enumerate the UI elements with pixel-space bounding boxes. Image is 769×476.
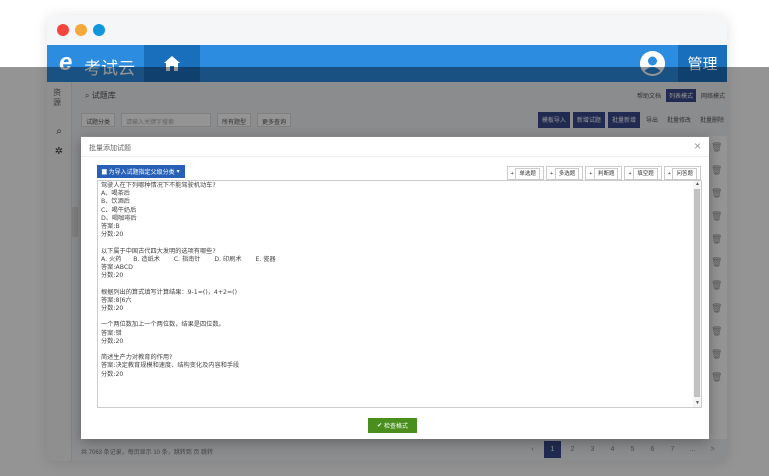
add-multi-choice-button[interactable]: + 多选题: [545, 166, 584, 180]
editor-line: 分数:20: [101, 337, 124, 345]
editor-line: 一个两位数加上一个两位数，结果是四位数。: [101, 321, 225, 329]
editor-line: 以下属于中国古代四大发明的选项有哪些?: [101, 247, 216, 255]
editor-line: C、喝牛奶后: [101, 206, 137, 214]
close-window-button[interactable]: [57, 24, 69, 36]
editor-line: 分数:20: [101, 305, 124, 313]
editor-line: 答案:B: [101, 223, 120, 231]
parent-category-label: 为导入试题指定父级分类: [108, 170, 175, 176]
editor-line: 答案:8|6六: [101, 296, 132, 304]
scroll-thumb[interactable]: [694, 189, 700, 397]
parent-category-button[interactable]: ▆ 为导入试题指定父级分类 ▾: [97, 165, 185, 178]
dialog-title: 批量添加试题: [89, 145, 131, 152]
add-single-choice-button[interactable]: + 单选题: [506, 166, 544, 180]
scroll-up-icon[interactable]: ▲: [695, 181, 700, 187]
question-type-buttons: + 单选题 + 多选题 + 判断题 + 填空题 + 问答题: [506, 166, 701, 180]
editor-scrollbar[interactable]: ▲ ▼: [693, 181, 701, 407]
scroll-down-icon[interactable]: ▼: [695, 400, 700, 406]
maximize-window-button[interactable]: [93, 24, 105, 36]
add-essay-button[interactable]: + 问答题: [663, 166, 701, 180]
window-titlebar: [47, 15, 727, 45]
editor-line: 分数:20: [101, 370, 124, 378]
editor-line: 分数:20: [101, 231, 124, 239]
chevron-down-icon: ▾: [176, 169, 180, 175]
editor-line: 分数:20: [101, 272, 124, 280]
editor-line: B、饮酒后: [101, 198, 130, 206]
editor-line: 答案:决定教育规模和速度、结构变化及内容和手段: [101, 362, 240, 370]
check-icon: ✔: [376, 423, 382, 429]
editor-line: A. 火药 B. 造纸术 C. 指南针 D. 印刷术 E. 瓷器: [101, 255, 276, 263]
check-format-label: 检查格式: [384, 424, 409, 430]
dialog-header: 批量添加试题 ×: [81, 137, 709, 157]
editor-line: D、喝咖啡后: [101, 214, 137, 222]
close-icon[interactable]: ×: [694, 139, 701, 153]
editor-line: 答案:ABCD: [101, 264, 133, 272]
editor-line: 根据列出的算式填写计算结果：9-1=()，4+2=(): [101, 288, 238, 296]
questions-text: 驾驶人在下列哪种情况下不能驾驶机动车? A、喝茶后 B、饮酒后 C、喝牛奶后 D、喝咖啡…: [101, 182, 691, 379]
editor-line: 驾驶人在下列哪种情况下不能驾驶机动车?: [101, 182, 216, 189]
add-true-false-button[interactable]: + 判断题: [585, 166, 623, 180]
questions-textarea[interactable]: 驾驶人在下列哪种情况下不能驾驶机动车? A、喝茶后 B、饮酒后 C、喝牛奶后 D、喝咖啡…: [97, 180, 702, 408]
folder-icon: ▆: [102, 169, 107, 175]
minimize-window-button[interactable]: [75, 24, 87, 36]
batch-add-dialog: 批量添加试题 × ▆ 为导入试题指定父级分类 ▾ + 单选题 + 多选题 + 判…: [81, 137, 709, 439]
editor-line: 答案:错: [101, 329, 122, 337]
check-format-button[interactable]: ✔ 检查格式: [368, 418, 417, 433]
add-fill-blank-button[interactable]: + 填空题: [624, 166, 662, 180]
editor-line: A、喝茶后: [101, 190, 130, 198]
